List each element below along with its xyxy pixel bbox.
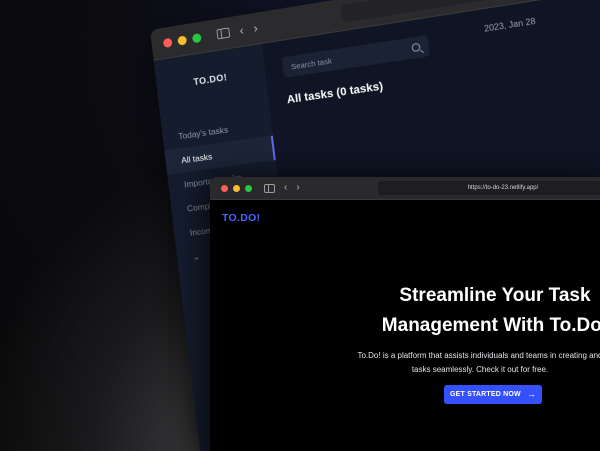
app-logo[interactable]: TO.DO!: [156, 66, 265, 92]
chevron-right-icon[interactable]: ›: [296, 183, 299, 193]
hero-title-line-1: Streamline Your Task: [399, 285, 591, 306]
maximize-window-button[interactable]: [191, 32, 202, 43]
hero-subtitle-line-2: tasks seamlessly. Check it out for free.: [411, 365, 549, 374]
arrow-right-icon: →: [526, 389, 537, 399]
hero-title: Streamline Your Task Management With To.…: [355, 281, 600, 341]
window-controls: [221, 184, 252, 192]
search-placeholder: Search task: [290, 55, 333, 71]
sidebar-toggle-icon[interactable]: [216, 27, 231, 40]
chevron-right-icon[interactable]: ›: [253, 21, 259, 36]
landing-logo[interactable]: TO.DO!: [222, 212, 260, 224]
search-icon[interactable]: [411, 42, 421, 53]
search-field[interactable]: Search task: [281, 35, 431, 78]
hero-title-line-2: Management With To.Do!: [381, 315, 600, 336]
current-date: 2023, Jan 28: [483, 16, 537, 34]
front-browser-window: ‹ › https://to-do-23.netlify.app/ TO.DO!…: [210, 177, 600, 451]
minimize-window-button[interactable]: [177, 34, 188, 46]
chevron-left-icon[interactable]: ‹: [284, 183, 287, 193]
close-window-button[interactable]: [221, 184, 228, 192]
hero-subtitle: To.Do! is a platform that assists indivi…: [330, 349, 600, 377]
minimize-window-button[interactable]: [233, 184, 240, 192]
get-started-label: GET STARTED NOW: [449, 391, 521, 398]
sidebar-toggle-icon[interactable]: [264, 183, 275, 193]
maximize-window-button[interactable]: [245, 184, 252, 192]
front-titlebar: ‹ › https://to-do-23.netlify.app/: [210, 177, 600, 200]
get-started-button[interactable]: GET STARTED NOW →: [444, 385, 542, 404]
window-controls: [162, 32, 202, 48]
chevron-left-icon[interactable]: ‹: [239, 23, 245, 38]
hero-subtitle-line-1: To.Do! is a platform that assists indivi…: [357, 351, 600, 360]
close-window-button[interactable]: [162, 37, 173, 48]
address-bar[interactable]: https://to-do-23.netlify.app/: [378, 181, 600, 195]
